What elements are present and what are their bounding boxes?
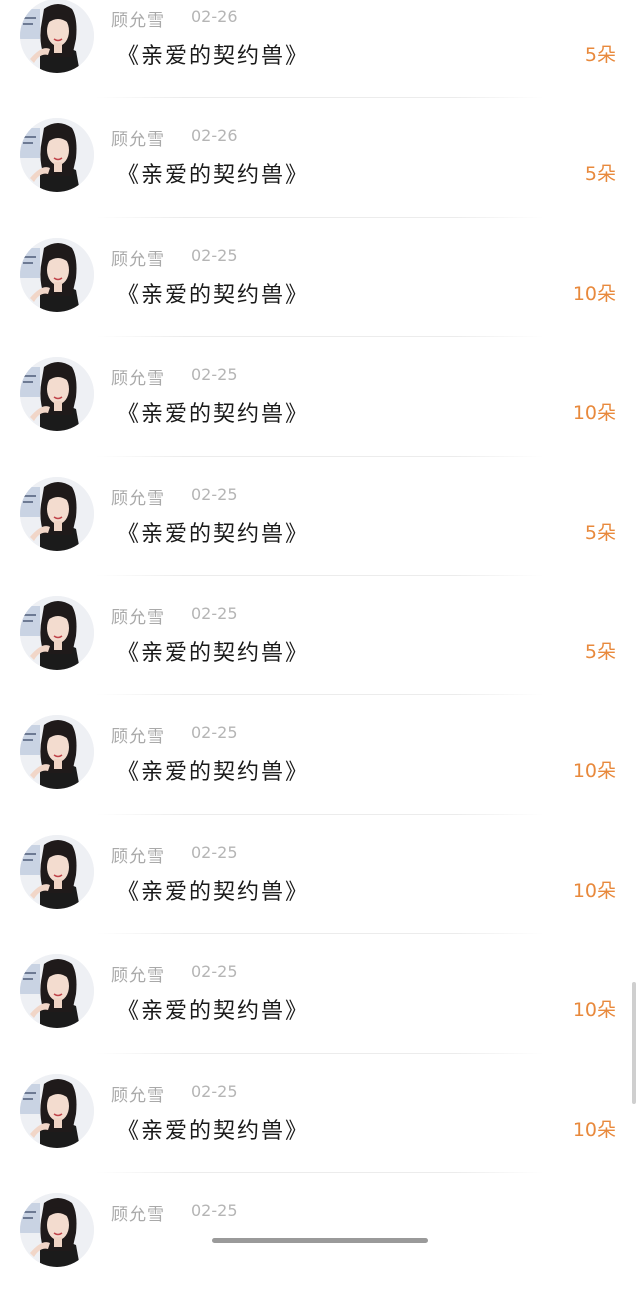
avatar[interactable] [20,834,94,909]
gift-amount: 10朵 [572,282,616,305]
author-name: 顾允雪 [111,488,165,509]
book-title: 《亲爱的契约兽》 [117,402,310,428]
avatar[interactable] [20,118,94,193]
gift-amount: 10朵 [572,999,616,1022]
book-title: 《亲爱的契约兽》 [117,44,310,69]
book-title: 《亲爱的契约兽》 [117,879,310,905]
author-name: 顾允雪 [111,369,165,390]
book-title: 《亲爱的契约兽》 [117,521,310,547]
gift-record-list: 顾允雪 02-26 《亲爱的契约兽》 5朵 顾允雪 02-26 《亲爱的契约兽》… [0,0,640,1292]
list-item[interactable]: 顾允雪 02-26 《亲爱的契约兽》 5朵 [0,0,640,99]
list-item[interactable]: 顾允雪 02-25 《亲爱的契约兽》 10朵 [0,218,640,338]
book-title: 《亲爱的契约兽》 [117,1118,310,1144]
author-name: 顾允雪 [111,130,165,151]
author-name: 顾允雪 [111,846,165,867]
avatar[interactable] [20,595,94,670]
list-item[interactable]: 顾允雪 02-25 《亲爱的契约兽》 5朵 [0,576,640,696]
author-name: 顾允雪 [111,1204,165,1225]
avatar[interactable] [20,476,94,551]
list-item[interactable]: 顾允雪 02-25 《亲爱的契约兽》 10朵 [0,1054,640,1173]
list-item[interactable]: 顾允雪 02-25 《亲爱的契约兽》 10朵 [0,337,640,457]
book-title: 《亲爱的契约兽》 [117,163,310,189]
avatar[interactable] [20,715,94,790]
gift-amount: 10朵 [572,1118,616,1141]
list-item[interactable]: 顾允雪 02-25 《亲爱的契约兽》 10朵 [0,695,640,815]
author-name: 顾允雪 [111,966,165,987]
gift-amount: 10朵 [572,402,616,425]
record-date: 02-25 [191,1200,238,1220]
list-item[interactable]: 顾允雪 02-25 《亲爱的契约兽》 5朵 [0,457,640,576]
author-name: 顾允雪 [111,607,165,628]
record-date: 02-25 [191,1081,238,1101]
record-date: 02-25 [191,842,238,862]
record-date: 02-26 [191,7,238,26]
book-title: 《亲爱的契约兽》 [117,999,310,1025]
gift-amount: 10朵 [572,760,616,783]
author-name: 顾允雪 [111,11,165,31]
avatar[interactable] [20,954,94,1029]
avatar[interactable] [20,357,94,432]
gift-amount: 5朵 [584,521,616,544]
record-date: 02-26 [191,126,238,146]
list-item[interactable]: 顾允雪 02-25 《亲爱的契约兽》 10朵 [0,934,640,1054]
gift-amount: 5朵 [584,44,616,66]
list-item[interactable]: 顾允雪 02-25 《亲爱的契约兽》 10朵 [0,815,640,935]
avatar[interactable] [20,237,94,312]
list-item[interactable]: 顾允雪 02-26 《亲爱的契约兽》 5朵 [0,98,640,218]
list-item[interactable]: 顾允雪 02-25 [0,1173,640,1292]
gift-amount: 10朵 [572,879,616,902]
record-date: 02-25 [191,245,238,265]
avatar[interactable] [20,1073,94,1148]
record-date: 02-25 [191,962,238,982]
author-name: 顾允雪 [111,1085,165,1106]
record-date: 02-25 [191,723,238,743]
record-date: 02-25 [191,603,238,623]
author-name: 顾允雪 [111,727,165,748]
record-date: 02-25 [191,365,238,385]
book-title: 《亲爱的契约兽》 [117,640,310,666]
avatar[interactable] [20,0,94,73]
home-indicator[interactable] [212,1238,428,1243]
book-title: 《亲爱的契约兽》 [117,760,310,786]
author-name: 顾允雪 [111,249,165,270]
scrollbar[interactable] [632,982,636,1104]
record-date: 02-25 [191,484,238,504]
gift-amount: 5朵 [584,640,616,663]
book-title: 《亲爱的契约兽》 [117,282,310,308]
gift-amount: 5朵 [584,163,616,186]
